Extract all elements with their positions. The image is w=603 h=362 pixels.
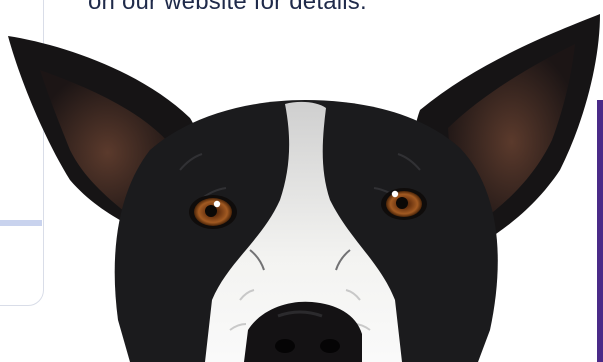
dog-photo (8, 14, 600, 362)
right-eye (381, 188, 427, 220)
left-eye (189, 195, 237, 229)
